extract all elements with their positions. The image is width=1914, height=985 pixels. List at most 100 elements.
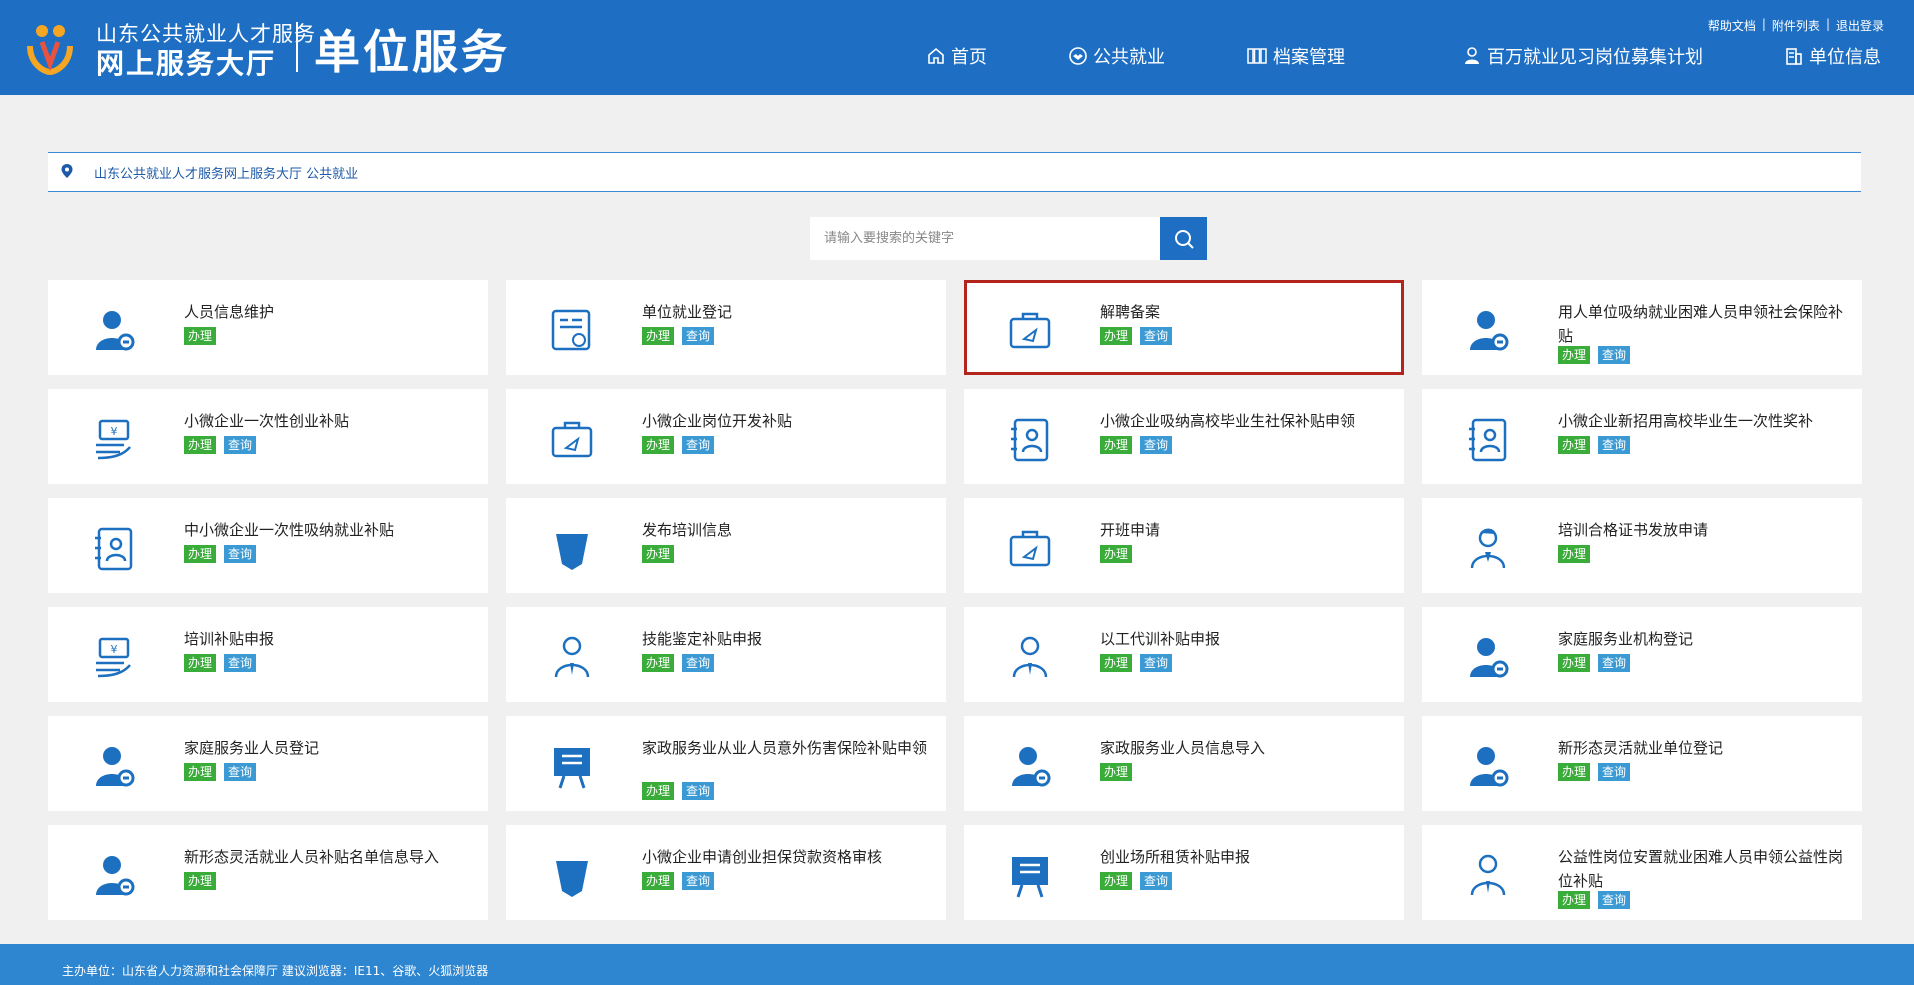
handle-button[interactable]: 办理 (642, 654, 675, 672)
service-card[interactable]: 技能鉴定补贴申报办理 查询 (506, 607, 946, 702)
service-card[interactable]: 家政服务业人员信息导入办理 (964, 716, 1404, 811)
service-title[interactable]: 小微企业新招用高校毕业生一次性奖补 (1558, 409, 1848, 433)
handle-button[interactable]: 办理 (1558, 436, 1591, 454)
service-card[interactable]: 培训合格证书发放申请办理 (1422, 498, 1862, 593)
service-title[interactable]: 小微企业申请创业担保贷款资格审核 (642, 845, 932, 869)
service-card[interactable]: 家政服务业从业人员意外伤害保险补贴申领办理 查询 (506, 716, 946, 811)
service-title[interactable]: 培训补贴申报 (184, 627, 474, 651)
service-card[interactable]: ¥ 培训补贴申报 办理 查询 (48, 607, 488, 702)
service-card[interactable]: 中小微企业一次性吸纳就业补贴办理 查询 (48, 498, 488, 593)
attachments-link[interactable]: 附件列表 (1772, 17, 1820, 34)
query-button[interactable]: 查询 (682, 436, 715, 454)
logout-link[interactable]: 退出登录 (1836, 17, 1884, 34)
service-title[interactable]: 公益性岗位安置就业困难人员申领公益性岗位补贴 (1558, 845, 1848, 893)
help-docs-link[interactable]: 帮助文档 (1708, 17, 1756, 34)
service-card[interactable]: 单位就业登记办理 查询 (506, 280, 946, 375)
handle-button[interactable]: 办理 (642, 436, 675, 454)
service-title[interactable]: 人员信息维护 (184, 300, 474, 324)
service-title[interactable]: 小微企业一次性创业补贴 (184, 409, 474, 433)
nav-archive[interactable]: 档案管理 (1246, 42, 1345, 70)
handle-button[interactable]: 办理 (1100, 763, 1133, 781)
service-card[interactable]: 家庭服务业机构登记办理 查询 (1422, 607, 1862, 702)
service-title[interactable]: 发布培训信息 (642, 518, 932, 542)
handle-button[interactable]: 办理 (1558, 545, 1591, 563)
query-button[interactable]: 查询 (224, 763, 257, 781)
query-button[interactable]: 查询 (1598, 654, 1631, 672)
service-card[interactable]: 小微企业岗位开发补贴办理 查询 (506, 389, 946, 484)
handle-button[interactable]: 办理 (1100, 327, 1133, 345)
service-title[interactable]: 单位就业登记 (642, 300, 932, 324)
handle-button[interactable]: 办理 (184, 872, 217, 890)
query-button[interactable]: 查询 (1598, 436, 1631, 454)
service-title[interactable]: 家庭服务业机构登记 (1558, 627, 1848, 651)
search-button[interactable] (1160, 217, 1207, 260)
service-title[interactable]: 创业场所租赁补贴申报 (1100, 845, 1390, 869)
handle-button[interactable]: 办理 (184, 545, 217, 563)
service-title[interactable]: 新形态灵活就业人员补贴名单信息导入 (184, 845, 474, 869)
query-button[interactable]: 查询 (224, 654, 257, 672)
query-button[interactable]: 查询 (682, 872, 715, 890)
service-card[interactable]: 人员信息维护 办理 (48, 280, 488, 375)
query-button[interactable]: 查询 (1140, 872, 1173, 890)
query-button[interactable]: 查询 (1140, 436, 1173, 454)
service-title[interactable]: 中小微企业一次性吸纳就业补贴 (184, 518, 474, 542)
service-card[interactable]: 小微企业申请创业担保贷款资格审核办理 查询 (506, 825, 946, 920)
handle-button[interactable]: 办理 (642, 327, 675, 345)
handle-button[interactable]: 办理 (1558, 763, 1591, 781)
service-title[interactable]: 开班申请 (1100, 518, 1390, 542)
nav-company-info[interactable]: 单位信息 (1784, 42, 1881, 70)
handle-button[interactable]: 办理 (642, 545, 675, 563)
service-card[interactable]: 公益性岗位安置就业困难人员申领公益性岗位补贴 办理 查询 (1422, 825, 1862, 920)
handle-button[interactable]: 办理 (184, 763, 217, 781)
handle-button[interactable]: 办理 (1100, 654, 1133, 672)
service-card[interactable]: 新形态灵活就业单位登记办理 查询 (1422, 716, 1862, 811)
service-title[interactable]: 以工代训补贴申报 (1100, 627, 1390, 651)
handle-button[interactable]: 办理 (1558, 654, 1591, 672)
query-button[interactable]: 查询 (1598, 891, 1631, 909)
service-title[interactable]: 用人单位吸纳就业困难人员申领社会保险补贴 (1558, 300, 1848, 348)
handle-button[interactable]: 办理 (642, 872, 675, 890)
nav-public-employment[interactable]: 公共就业 (1068, 42, 1165, 70)
service-card[interactable]: 创业场所租赁补贴申报办理 查询 (964, 825, 1404, 920)
service-title[interactable]: 技能鉴定补贴申报 (642, 627, 932, 651)
service-title[interactable]: 家政服务业人员信息导入 (1100, 736, 1390, 760)
nav-home[interactable]: 首页 (926, 42, 987, 70)
query-button[interactable]: 查询 (682, 782, 715, 800)
query-button[interactable]: 查询 (224, 436, 257, 454)
query-button[interactable]: 查询 (1140, 654, 1173, 672)
handle-button[interactable]: 办理 (1558, 346, 1591, 364)
search-input[interactable] (810, 217, 1160, 260)
handle-button[interactable]: 办理 (642, 782, 675, 800)
query-button[interactable]: 查询 (1598, 763, 1631, 781)
service-title[interactable]: 家庭服务业人员登记 (184, 736, 474, 760)
query-button[interactable]: 查询 (1598, 346, 1631, 364)
service-card[interactable]: 解聘备案办理 查询 (964, 280, 1404, 375)
service-card[interactable]: 用人单位吸纳就业困难人员申领社会保险补贴 办理 查询 (1422, 280, 1862, 375)
query-button[interactable]: 查询 (1140, 327, 1173, 345)
query-button[interactable]: 查询 (682, 327, 715, 345)
service-card[interactable]: 新形态灵活就业人员补贴名单信息导入办理 (48, 825, 488, 920)
service-title[interactable]: 培训合格证书发放申请 (1558, 518, 1848, 542)
service-card[interactable]: 发布培训信息 办理 (506, 498, 946, 593)
handle-button[interactable]: 办理 (184, 327, 217, 345)
service-card[interactable]: 开班申请 办理 (964, 498, 1404, 593)
service-card[interactable]: 小微企业吸纳高校毕业生社保补贴申领办理 查询 (964, 389, 1404, 484)
handle-button[interactable]: 办理 (1100, 872, 1133, 890)
service-card[interactable]: 以工代训补贴申报办理 查询 (964, 607, 1404, 702)
nav-internship-plan[interactable]: 百万就业见习岗位募集计划 (1462, 42, 1703, 70)
service-card[interactable]: 小微企业新招用高校毕业生一次性奖补办理 查询 (1422, 389, 1862, 484)
service-title[interactable]: 新形态灵活就业单位登记 (1558, 736, 1848, 760)
handle-button[interactable]: 办理 (1100, 545, 1133, 563)
service-title[interactable]: 小微企业吸纳高校毕业生社保补贴申领 (1100, 409, 1390, 433)
handle-button[interactable]: 办理 (184, 654, 217, 672)
service-title[interactable]: 小微企业岗位开发补贴 (642, 409, 932, 433)
query-button[interactable]: 查询 (682, 654, 715, 672)
query-button[interactable]: 查询 (224, 545, 257, 563)
breadcrumb-text[interactable]: 山东公共就业人才服务网上服务大厅 公共就业 (94, 163, 358, 182)
service-title[interactable]: 解聘备案 (1100, 300, 1390, 324)
service-card[interactable]: 家庭服务业人员登记办理 查询 (48, 716, 488, 811)
handle-button[interactable]: 办理 (184, 436, 217, 454)
service-card[interactable]: ¥ 小微企业一次性创业补贴 办理 查询 (48, 389, 488, 484)
handle-button[interactable]: 办理 (1100, 436, 1133, 454)
service-title[interactable]: 家政服务业从业人员意外伤害保险补贴申领 (642, 736, 932, 760)
